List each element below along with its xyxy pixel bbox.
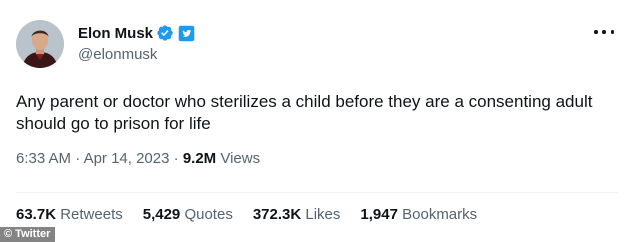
author-display-name[interactable]: Elon Musk bbox=[78, 25, 153, 42]
stat-label: Quotes bbox=[184, 206, 233, 223]
meta-separator: · bbox=[173, 150, 179, 167]
meta-separator: · bbox=[75, 150, 81, 167]
stat-count: 5,429 bbox=[142, 206, 181, 223]
stat-count: 63.7K bbox=[16, 206, 57, 223]
stat-count: 372.3K bbox=[252, 206, 302, 223]
views-label: Views bbox=[220, 150, 261, 167]
tweet-meta: 6:33 AM · Apr 14, 2023 · 9.2M Views bbox=[16, 150, 260, 167]
views-count: 9.2M bbox=[182, 150, 217, 167]
bookmarks-stat[interactable]: 1,947 Bookmarks bbox=[360, 206, 477, 223]
stat-label: Likes bbox=[305, 206, 341, 223]
author-handle[interactable]: @elonmusk bbox=[78, 46, 157, 63]
more-options-icon[interactable] bbox=[594, 24, 614, 40]
source-watermark: © Twitter bbox=[0, 227, 56, 242]
engagement-stats: 63.7K Retweets 5,429 Quotes 372.3K Likes… bbox=[16, 206, 477, 223]
verified-check-icon bbox=[156, 24, 174, 42]
stat-label: Bookmarks bbox=[402, 206, 478, 223]
quotes-stat[interactable]: 5,429 Quotes bbox=[143, 206, 233, 223]
tweet-time[interactable]: 6:33 AM bbox=[16, 150, 71, 167]
stat-count: 1,947 bbox=[360, 206, 398, 223]
retweets-stat[interactable]: 63.7K Retweets bbox=[16, 206, 123, 223]
divider bbox=[16, 192, 618, 193]
avatar[interactable] bbox=[16, 20, 64, 68]
tweet-date[interactable]: Apr 14, 2023 bbox=[84, 150, 170, 167]
author-name-row[interactable]: Elon Musk bbox=[78, 22, 195, 44]
twitter-brand-badge-icon bbox=[178, 25, 195, 42]
likes-stat[interactable]: 372.3K Likes bbox=[253, 206, 341, 223]
tweet-text: Any parent or doctor who sterilizes a ch… bbox=[16, 92, 593, 133]
stat-label: Retweets bbox=[60, 206, 123, 223]
tweet-card: Elon Musk @elonmusk Any parent or doctor… bbox=[0, 0, 634, 242]
